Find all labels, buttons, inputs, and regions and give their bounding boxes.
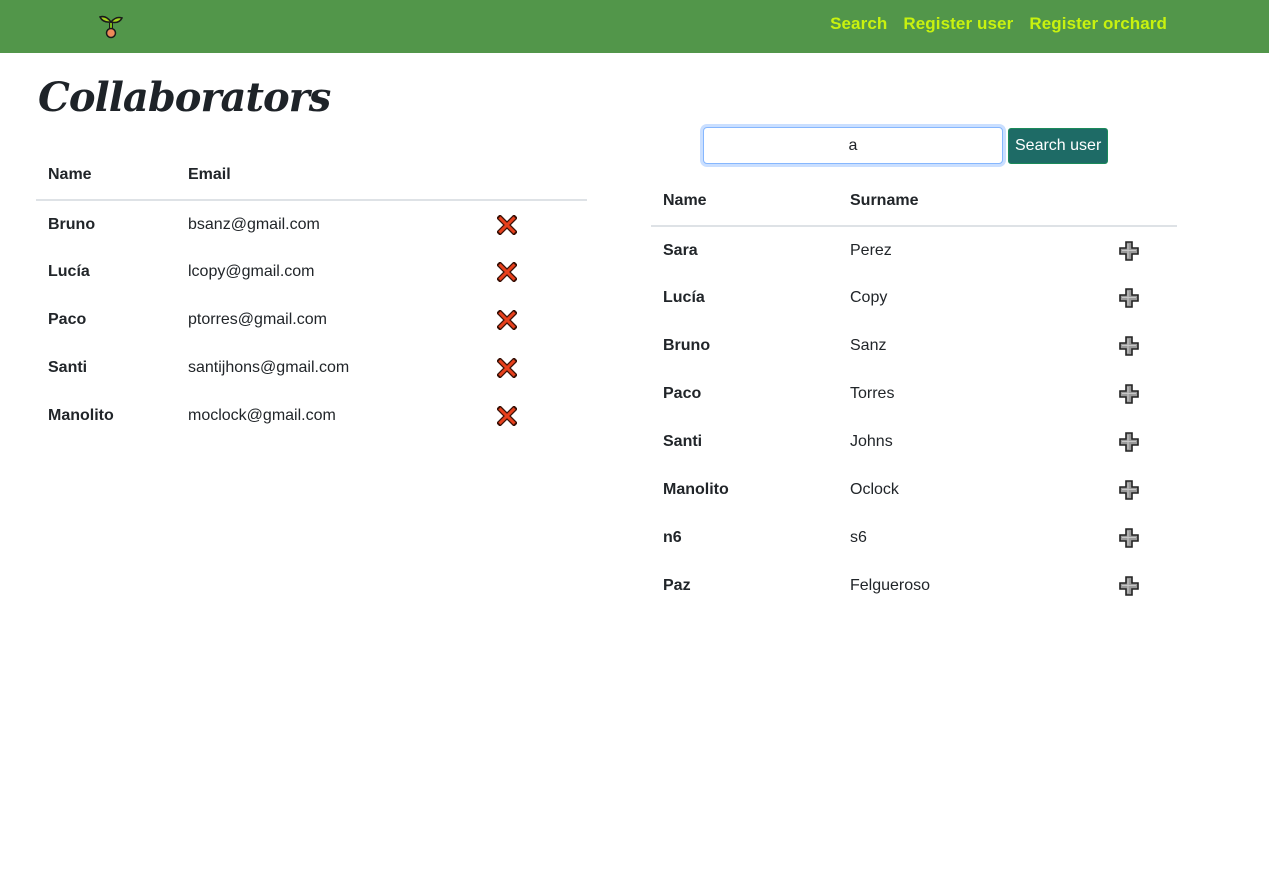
add-user-plus-icon[interactable]	[1119, 480, 1139, 500]
user-name: n6	[663, 529, 682, 546]
user-name: Manolito	[663, 481, 729, 498]
nav-link-register-user[interactable]: Register user	[903, 14, 1013, 34]
nav-link-search[interactable]: Search	[830, 14, 887, 34]
add-user-plus-icon[interactable]	[1119, 576, 1139, 596]
navbar: Search Register user Register orchard	[0, 0, 1269, 53]
nav-link-register-orchard[interactable]: Register orchard	[1029, 14, 1167, 34]
user-surname: Felgueroso	[850, 577, 931, 594]
remove-collaborator-x-icon[interactable]	[496, 261, 518, 283]
collaborator-row: Manolito moclock@gmail.com	[36, 392, 587, 440]
add-user-plus-icon[interactable]	[1119, 432, 1139, 452]
collaborators-table: Name Email Bruno bsanz@gmail.com Lucía lcop…	[36, 150, 587, 440]
collaborator-email: lcopy@gmail.com	[188, 263, 315, 280]
collaborator-row: Paco ptorres@gmail.com	[36, 296, 587, 344]
remove-collaborator-x-icon[interactable]	[496, 309, 518, 331]
user-result-row: Bruno Sanz	[651, 322, 1177, 370]
collaborator-name: Manolito	[48, 407, 114, 424]
user-result-row: Lucía Copy	[651, 274, 1177, 322]
user-name: Santi	[663, 433, 703, 450]
user-search-bar: Search user	[703, 127, 1109, 164]
user-surname: Johns	[850, 433, 893, 450]
column-header-action	[467, 150, 587, 200]
user-name: Paz	[663, 577, 691, 594]
seedling-icon[interactable]	[98, 11, 124, 39]
column-header-email: Email	[188, 165, 231, 183]
user-surname: Sanz	[850, 337, 887, 354]
user-surname: Copy	[850, 289, 888, 306]
collaborator-name: Paco	[48, 311, 87, 328]
search-user-button[interactable]: Search user	[1008, 127, 1109, 164]
column-header-name: Name	[48, 165, 92, 183]
collaborator-name: Bruno	[48, 215, 96, 233]
remove-collaborator-x-icon[interactable]	[496, 213, 518, 236]
user-name: Bruno	[663, 337, 711, 354]
user-search-results-table: Name Surname Sara Perez Lucía Copy Bruno Sanz…	[651, 176, 1177, 610]
collaborator-name: Santi	[48, 359, 88, 376]
collaborator-email: ptorres@gmail.com	[188, 311, 327, 328]
add-user-plus-icon[interactable]	[1119, 528, 1139, 548]
collaborator-row: Bruno bsanz@gmail.com	[36, 200, 587, 248]
user-name: Sara	[663, 241, 698, 259]
user-result-row: Santi Johns	[651, 418, 1177, 466]
table-header-row: Name Surname	[651, 176, 1177, 226]
column-header-name: Name	[663, 191, 707, 209]
user-result-row: n6 s6	[651, 514, 1177, 562]
page-title: Collaborators	[38, 74, 331, 121]
user-result-row: Paz Felgueroso	[651, 562, 1177, 610]
remove-collaborator-x-icon[interactable]	[496, 405, 518, 427]
user-surname: s6	[850, 529, 867, 546]
column-header-action	[1057, 176, 1177, 226]
user-surname: Oclock	[850, 481, 899, 498]
user-result-row: Sara Perez	[651, 226, 1177, 274]
user-name: Lucía	[663, 289, 705, 306]
add-user-plus-icon[interactable]	[1119, 336, 1139, 356]
collaborator-email: santijhons@gmail.com	[188, 359, 350, 376]
collaborator-row: Santi santijhons@gmail.com	[36, 344, 587, 392]
collaborator-name: Lucía	[48, 263, 90, 280]
collaborator-email: bsanz@gmail.com	[188, 215, 320, 233]
search-user-input[interactable]	[703, 127, 1003, 164]
table-header-row: Name Email	[36, 150, 587, 200]
user-result-row: Manolito Oclock	[651, 466, 1177, 514]
remove-collaborator-x-icon[interactable]	[496, 357, 518, 379]
add-user-plus-icon[interactable]	[1119, 384, 1139, 404]
user-result-row: Paco Torres	[651, 370, 1177, 418]
user-surname: Perez	[850, 241, 892, 259]
user-name: Paco	[663, 385, 702, 402]
add-user-plus-icon[interactable]	[1119, 240, 1139, 261]
user-surname: Torres	[850, 385, 895, 402]
column-header-surname: Surname	[850, 191, 919, 209]
collaborator-email: moclock@gmail.com	[188, 407, 336, 424]
collaborator-row: Lucía lcopy@gmail.com	[36, 248, 587, 296]
nav-links: Search Register user Register orchard	[830, 14, 1167, 34]
add-user-plus-icon[interactable]	[1119, 288, 1139, 308]
